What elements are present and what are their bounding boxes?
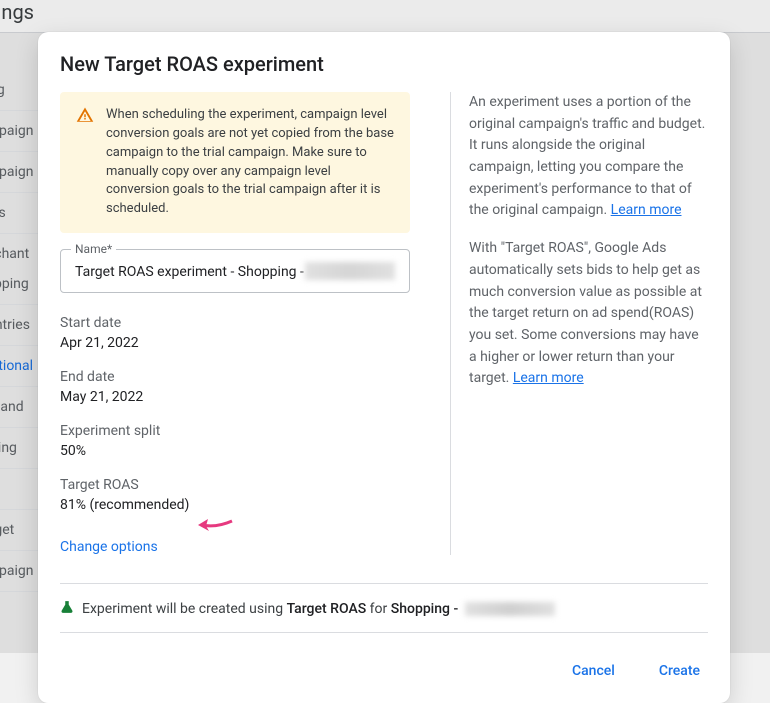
redacted-text (465, 602, 555, 616)
change-options-link[interactable]: Change options (60, 539, 158, 555)
start-date-value: Apr 21, 2022 (60, 335, 410, 351)
start-date-label: Start date (60, 315, 410, 331)
footer-campaign: Shopping - (391, 601, 462, 617)
end-date-value: May 21, 2022 (60, 389, 410, 405)
redacted-text (305, 262, 395, 280)
roas-label: Target ROAS (60, 477, 410, 493)
split-value: 50% (60, 443, 410, 459)
footer-mid: for (366, 601, 391, 617)
footer-prefix: Experiment will be created using (82, 601, 287, 617)
cancel-button[interactable]: Cancel (564, 657, 623, 685)
dialog-title: New Target ROAS experiment (60, 52, 708, 76)
create-button[interactable]: Create (651, 657, 708, 685)
learn-more-link[interactable]: Learn more (611, 202, 682, 218)
end-date-label: End date (60, 369, 410, 385)
experiment-dialog: New Target ROAS experiment When scheduli… (38, 32, 730, 703)
info-p2: With "Target ROAS", Google Ads automatic… (469, 240, 702, 386)
warning-box: When scheduling the experiment, campaign… (60, 92, 410, 233)
footer-strategy: Target ROAS (287, 601, 367, 617)
learn-more-link[interactable]: Learn more (513, 370, 584, 386)
split-label: Experiment split (60, 423, 410, 439)
annotation-arrow-icon (196, 516, 234, 534)
info-panel: An experiment uses a portion of the orig… (450, 92, 708, 555)
info-p1: An experiment uses a portion of the orig… (469, 94, 705, 218)
experiment-icon (60, 600, 74, 618)
roas-value: 81% (recommended) (60, 497, 410, 513)
name-label: Name* (71, 242, 116, 256)
warning-text: When scheduling the experiment, campaign… (106, 106, 394, 219)
name-field[interactable]: Name* (60, 249, 410, 293)
footer-info: Experiment will be created using Target … (60, 600, 708, 618)
warning-icon (76, 106, 94, 219)
